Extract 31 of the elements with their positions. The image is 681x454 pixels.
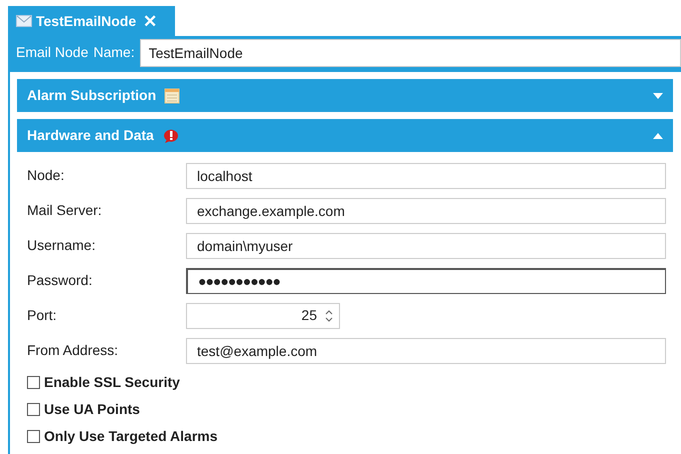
section-title: Alarm Subscription (27, 86, 156, 105)
field-label: Username: (27, 236, 96, 255)
field-label: Password: (27, 271, 94, 290)
checkbox[interactable] (27, 376, 40, 389)
field-label: Mail Server: (27, 201, 103, 220)
section-title: Hardware and Data (27, 126, 154, 145)
port-spinner[interactable]: 25 (186, 302, 340, 328)
field-label: Port: (27, 306, 58, 325)
text-field[interactable]: test@example.com (186, 338, 666, 364)
field-label: Name: (93, 43, 135, 62)
field-label: Email Node (16, 43, 88, 62)
name-field[interactable]: TestEmailNode (140, 38, 681, 66)
spinner-arrows-icon (325, 308, 333, 322)
calendar-icon (164, 88, 180, 104)
collapse-arrow-icon (653, 132, 663, 138)
text-field[interactable]: localhost (186, 162, 666, 188)
checkbox-label: Only Use Targeted Alarms (44, 427, 218, 446)
alert-icon (162, 128, 180, 144)
text-field[interactable]: exchange.example.com (186, 198, 666, 224)
envelope-icon (16, 15, 32, 27)
checkbox-label: Use UA Points (44, 400, 140, 419)
checkbox[interactable] (27, 430, 40, 443)
expand-arrow-icon (653, 92, 663, 98)
checkbox-label: Enable SSL Security (44, 373, 180, 392)
field-label: Node: (27, 166, 66, 185)
tab-title: TestEmailNode (36, 12, 136, 30)
password-field[interactable]: ●●●●●●●●●●● (186, 268, 666, 294)
text-field[interactable]: domain\myuser (186, 232, 666, 258)
checkbox[interactable] (27, 403, 40, 416)
field-label: From Address: (27, 341, 120, 360)
port-value: 25 (301, 306, 317, 325)
